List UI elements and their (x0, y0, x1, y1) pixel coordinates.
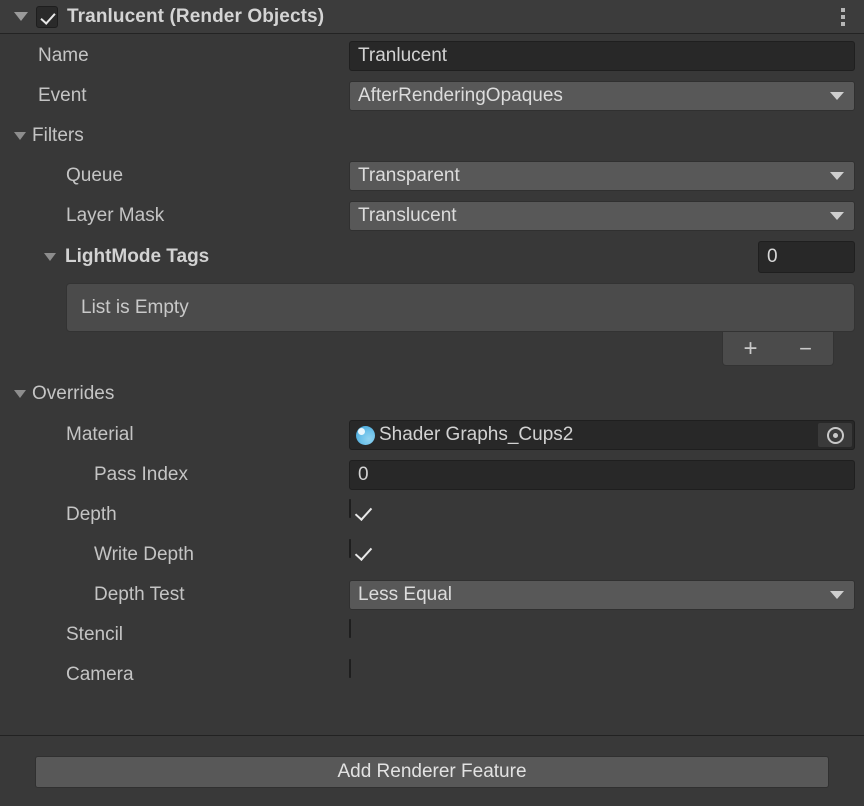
label-queue: Queue (66, 165, 124, 186)
add-renderer-feature-button[interactable]: Add Renderer Feature (35, 756, 829, 788)
row-queue: Queue Transparent (0, 160, 864, 192)
queue-dropdown[interactable]: Transparent (349, 161, 855, 191)
lightmode-tags-list[interactable]: List is Empty (66, 283, 855, 332)
label-pass-index: Pass Index (94, 464, 188, 485)
write-depth-checkbox[interactable] (349, 539, 351, 558)
label-name: Name (38, 45, 89, 66)
pass-index-input[interactable]: 0 (349, 460, 855, 490)
row-name: Name Tranlucent (0, 40, 864, 72)
render-objects-inspector: Tranlucent (Render Objects) Name Tranluc… (0, 0, 864, 806)
label-filters: Filters (32, 125, 84, 146)
chevron-down-icon (830, 212, 844, 220)
chevron-down-icon (830, 591, 844, 599)
lightmode-tags-foldout-icon[interactable] (44, 253, 56, 261)
depth-test-dropdown[interactable]: Less Equal (349, 580, 855, 610)
material-sphere-icon (356, 425, 375, 445)
label-overrides: Overrides (32, 383, 115, 404)
event-dropdown-value: AfterRenderingOpaques (358, 85, 563, 106)
depth-test-dropdown-value: Less Equal (358, 584, 453, 605)
remove-item-button[interactable]: − (789, 337, 823, 360)
chevron-down-icon (830, 172, 844, 180)
name-input[interactable]: Tranlucent (349, 41, 855, 71)
queue-dropdown-value: Transparent (358, 165, 460, 186)
layer-mask-dropdown-value: Translucent (358, 205, 457, 226)
row-stencil: Stencil (0, 619, 864, 651)
row-camera: Camera (0, 659, 864, 691)
label-depth: Depth (66, 504, 117, 525)
label-layer-mask: Layer Mask (66, 205, 165, 226)
row-lightmode-tags: LightMode Tags 0 (0, 241, 864, 273)
label-event: Event (38, 85, 87, 106)
label-depth-test: Depth Test (94, 584, 185, 605)
row-event: Event AfterRenderingOpaques (0, 80, 864, 112)
row-overrides-foldout[interactable]: Overrides (0, 378, 864, 410)
lightmode-tags-list-footer: + − (722, 332, 834, 366)
material-value: Shader Graphs_Cups2 (379, 424, 574, 445)
camera-checkbox[interactable] (349, 659, 351, 678)
add-item-button[interactable]: + (734, 336, 768, 361)
label-camera: Camera (66, 664, 134, 685)
row-material: Material Shader Graphs_Cups2 (0, 419, 864, 451)
component-enabled-checkbox[interactable] (36, 5, 58, 28)
header-foldout-icon[interactable] (14, 12, 28, 21)
row-write-depth: Write Depth (0, 539, 864, 571)
object-picker-icon[interactable] (818, 423, 852, 447)
component-header[interactable]: Tranlucent (Render Objects) (0, 0, 864, 34)
label-write-depth: Write Depth (94, 544, 194, 565)
filters-foldout-icon[interactable] (14, 132, 26, 140)
lightmode-tags-size-input[interactable]: 0 (758, 241, 855, 273)
material-object-field[interactable]: Shader Graphs_Cups2 (349, 420, 855, 450)
list-empty-text: List is Empty (81, 296, 189, 318)
label-stencil: Stencil (66, 624, 124, 645)
row-depth: Depth (0, 499, 864, 531)
depth-checkbox[interactable] (349, 499, 351, 518)
row-filters-foldout[interactable]: Filters (0, 120, 864, 152)
row-depth-test: Depth Test Less Equal (0, 579, 864, 611)
row-pass-index: Pass Index 0 (0, 459, 864, 491)
stencil-checkbox[interactable] (349, 619, 351, 638)
chevron-down-icon (830, 92, 844, 100)
kebab-menu-icon[interactable] (836, 8, 850, 26)
row-layer-mask: Layer Mask Translucent (0, 200, 864, 232)
label-lightmode-tags: LightMode Tags (65, 246, 210, 267)
layer-mask-dropdown[interactable]: Translucent (349, 201, 855, 231)
event-dropdown[interactable]: AfterRenderingOpaques (349, 81, 855, 111)
overrides-foldout-icon[interactable] (14, 390, 26, 398)
label-material: Material (66, 424, 134, 445)
page-title: Tranlucent (Render Objects) (67, 5, 325, 27)
